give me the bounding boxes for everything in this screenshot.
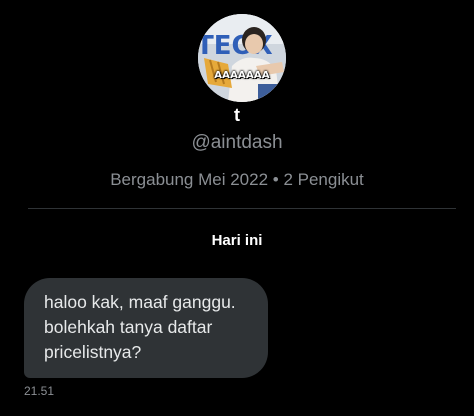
dm-conversation-screen: TEOX AAAAAAA t @aintdash Bergabung Mei 2… (0, 0, 474, 416)
profile-handle[interactable]: @aintdash (0, 132, 474, 154)
message-line: pricelistnya? (44, 342, 142, 362)
message-line: bolehkah tanya daftar (44, 317, 213, 337)
message-timestamp: 21.51 (24, 384, 55, 398)
profile-display-name[interactable]: t (0, 105, 474, 126)
profile-avatar[interactable]: TEOX AAAAAAA (198, 14, 286, 102)
message-line: haloo kak, maaf ganggu. (44, 292, 236, 312)
profile-join-and-followers: Bergabung Mei 2022 • 2 Pengikut (110, 170, 364, 189)
profile-photo-icon: TEOX (198, 14, 286, 102)
date-separator: Hari ini (211, 232, 263, 249)
divider (28, 208, 456, 209)
avatar-caption: AAAAAAA (214, 70, 270, 81)
message-bubble[interactable]: haloo kak, maaf ganggu. bolehkah tanya d… (24, 278, 268, 378)
